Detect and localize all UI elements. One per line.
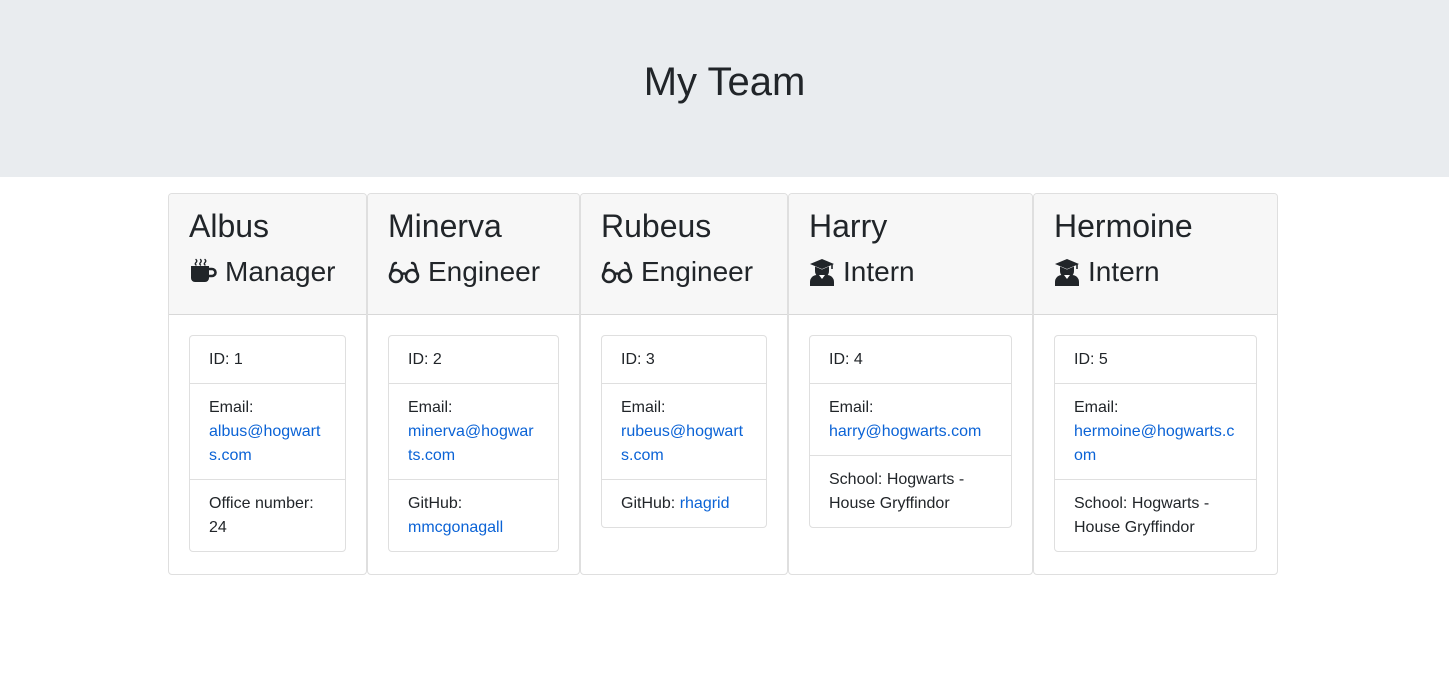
employee-role: Engineer: [601, 254, 767, 290]
email-link[interactable]: harry@hogwarts.com: [829, 423, 981, 440]
id-item: ID: 4: [810, 336, 1011, 384]
office-number-label: Office number:: [209, 495, 314, 512]
graduate-icon: [809, 258, 835, 286]
email-item: Email: rubeus@hogwarts.com: [602, 384, 766, 480]
card-header: Harry Intern: [789, 194, 1032, 315]
page-title: My Team: [643, 60, 806, 104]
email-item: Email: harry@hogwarts.com: [810, 384, 1011, 456]
role-label: Manager: [225, 256, 336, 287]
card-body: ID: 2 Email: minerva@hogwarts.com GitHub…: [368, 315, 579, 572]
mug-icon: [189, 258, 217, 286]
employee-name: Albus: [189, 208, 270, 244]
school-item: School: Hogwarts - House Gryffindor: [829, 471, 965, 512]
id-item: ID: 3: [602, 336, 766, 384]
github-label: GitHub:: [408, 495, 463, 512]
school-item: School: Hogwarts - House Gryffindor: [1074, 495, 1210, 536]
email-label: Email:: [621, 399, 666, 416]
glasses-icon: [388, 258, 420, 286]
id-item: ID: 1: [190, 336, 345, 384]
card-body: ID: 1 Email: albus@hogwarts.com Office n…: [169, 315, 366, 572]
employee-role: Intern: [1054, 254, 1257, 290]
github-label: GitHub:: [621, 495, 676, 512]
github-item: GitHub: mmcgonagall: [389, 480, 558, 551]
info-list: ID: 2 Email: minerva@hogwarts.com GitHub…: [388, 335, 559, 552]
office-number-value: 24: [209, 519, 227, 536]
id-item: ID: 2: [389, 336, 558, 384]
employee-card-minerva: Minerva Engineer ID: 2 Email: minerva@ho…: [367, 193, 580, 575]
info-list: ID: 4 Email: harry@hogwarts.com School: …: [809, 335, 1012, 528]
email-label: Email:: [1074, 399, 1119, 416]
card-header: Hermoine Intern: [1034, 194, 1277, 315]
info-list: ID: 1 Email: albus@hogwarts.com Office n…: [189, 335, 346, 552]
employee-name: Minerva: [388, 208, 502, 244]
graduate-icon: [1054, 258, 1080, 286]
employee-role: Manager: [189, 254, 346, 290]
email-item: Email: albus@hogwarts.com: [190, 384, 345, 480]
role-label: Intern: [1088, 256, 1160, 287]
employee-role: Engineer: [388, 254, 559, 290]
info-list: ID: 3 Email: rubeus@hogwarts.com GitHub:…: [601, 335, 767, 528]
card-body: ID: 5 Email: hermoine@hogwarts.com Schoo…: [1034, 315, 1277, 572]
github-link[interactable]: rhagrid: [680, 495, 730, 512]
employee-name: Harry: [809, 208, 888, 244]
email-link[interactable]: hermoine@hogwarts.com: [1074, 423, 1234, 464]
email-label: Email:: [209, 399, 254, 416]
card-header: Albus Manager: [169, 194, 366, 315]
employee-name: Hermoine: [1054, 208, 1193, 244]
card-body: ID: 3 Email: rubeus@hogwarts.com GitHub:…: [581, 315, 787, 548]
glasses-icon: [601, 258, 633, 286]
email-item: Email: minerva@hogwarts.com: [389, 384, 558, 480]
jumbotron-header: My Team: [0, 0, 1449, 177]
role-label: Intern: [843, 256, 915, 287]
github-item: GitHub: rhagrid: [602, 480, 766, 527]
employee-card-rubeus: Rubeus Engineer ID: 3 Email: rubeus@hogw…: [580, 193, 788, 575]
id-item: ID: 5: [1055, 336, 1256, 384]
employee-card-hermoine: Hermoine Intern ID: 5 Email: hermoine@ho…: [1033, 193, 1278, 575]
office-number-item: Office number: 24: [190, 480, 345, 551]
info-list: ID: 5 Email: hermoine@hogwarts.com Schoo…: [1054, 335, 1257, 552]
card-body: ID: 4 Email: harry@hogwarts.com School: …: [789, 315, 1032, 548]
github-link[interactable]: mmcgonagall: [408, 519, 503, 536]
card-header: Minerva Engineer: [368, 194, 579, 315]
email-label: Email:: [408, 399, 453, 416]
email-item: Email: hermoine@hogwarts.com: [1055, 384, 1256, 480]
employee-role: Intern: [809, 254, 1012, 290]
email-link[interactable]: minerva@hogwarts.com: [408, 423, 534, 464]
role-label: Engineer: [641, 256, 754, 287]
email-link[interactable]: rubeus@hogwarts.com: [621, 423, 743, 464]
role-label: Engineer: [428, 256, 541, 287]
employee-name: Rubeus: [601, 208, 712, 244]
email-link[interactable]: albus@hogwarts.com: [209, 423, 320, 464]
email-label: Email:: [829, 399, 874, 416]
employee-card-albus: Albus Manager ID: 1 Email: albus@hogwart…: [168, 193, 367, 575]
employee-card-harry: Harry Intern ID: 4 Email: harry@hogwarts…: [788, 193, 1033, 575]
card-header: Rubeus Engineer: [581, 194, 787, 315]
